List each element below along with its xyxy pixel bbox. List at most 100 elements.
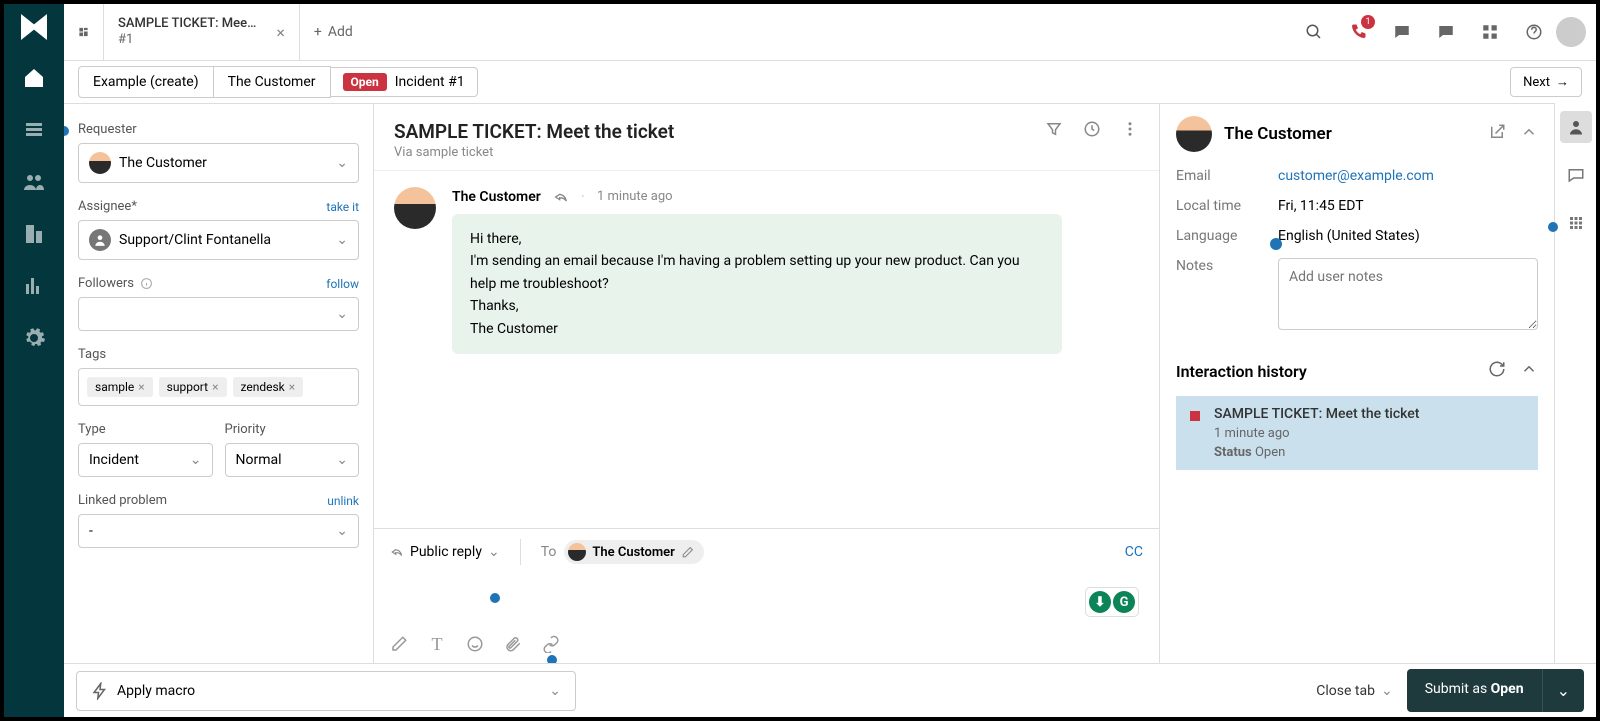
tab-home[interactable] [64,4,104,60]
assignee-select[interactable]: Support/Clint Fontanella ⌄ [78,220,359,260]
rail-chat[interactable] [1560,159,1592,191]
requester-select[interactable]: The Customer ⌄ [78,143,359,183]
linked-select[interactable]: - ⌄ [78,514,359,548]
tag-remove-icon[interactable]: × [289,380,295,394]
tags-box[interactable]: sample× support× zendesk× [78,368,359,406]
ticket-via: Via sample ticket [394,145,674,160]
avatar-icon [89,229,111,251]
macro-label: Apply macro [117,683,195,699]
tab-title: SAMPLE TICKET: Mee… [118,16,256,32]
apps-button[interactable] [1478,20,1502,44]
avatar-icon [1176,116,1212,152]
left-nav [4,4,64,717]
notes-textarea[interactable] [1278,258,1538,330]
tab-ticket[interactable]: SAMPLE TICKET: Mee… #1 × [104,4,300,60]
reply-textarea[interactable] [390,579,1143,627]
zendesk-logo-icon [21,14,47,40]
tag-remove-icon[interactable]: × [138,380,144,394]
next-button[interactable]: Next → [1510,67,1582,97]
breadcrumb-customer[interactable]: The Customer [214,66,331,98]
paperclip-icon [504,635,522,653]
assignee-value: Support/Clint Fontanella [119,232,271,248]
collapse-history-button[interactable] [1520,360,1538,382]
take-it-link[interactable]: take it [326,200,359,214]
reply-icon[interactable] [553,189,569,205]
cc-link[interactable]: CC [1125,544,1143,560]
nav-reports[interactable] [20,272,48,300]
indicator-dot-icon [490,593,500,603]
tab-add[interactable]: + Add [300,24,367,40]
breadcrumb-status-wrap[interactable]: Open Incident #1 [331,67,478,97]
localtime-label: Local time [1176,198,1266,214]
collapse-button[interactable] [1520,123,1538,145]
chevron-down-icon: ⌄ [1381,683,1393,699]
phone-button[interactable] [1346,20,1370,44]
submit-button[interactable]: Submit as Open [1407,669,1542,712]
refresh-icon [1488,360,1506,378]
rail-apps[interactable] [1560,207,1592,239]
emoji-button[interactable] [466,635,484,653]
submit-status: Open [1491,681,1524,697]
rail-user[interactable] [1560,111,1592,143]
filter-icon [1045,120,1063,138]
grammarly-icon[interactable]: G [1113,591,1135,613]
status-square-icon [1190,411,1200,421]
nav-customers[interactable] [20,168,48,196]
breadcrumb-create[interactable]: Example (create) [78,66,214,98]
nav-views[interactable] [20,116,48,144]
next-label: Next [1523,75,1550,90]
tag: sample× [87,377,153,397]
emoji-icon [466,635,484,653]
avatar-icon [568,543,586,561]
search-button[interactable] [1302,20,1326,44]
refresh-button[interactable] [1488,360,1506,382]
person-icon [1567,118,1585,136]
attach-button[interactable] [504,635,522,653]
nav-org[interactable] [20,220,48,248]
apply-macro-button[interactable]: Apply macro ⌄ [76,671,576,711]
unlink-link[interactable]: unlink [327,494,359,508]
followers-label: Followers [78,276,134,291]
reply-type-select[interactable]: Public reply ⌄ [390,544,500,560]
follow-link[interactable]: follow [326,277,359,291]
priority-select[interactable]: Normal ⌄ [225,443,360,477]
open-button[interactable] [1488,123,1506,145]
nav-admin[interactable] [20,324,48,352]
close-icon[interactable]: × [276,23,285,42]
recipient-chip[interactable]: The Customer [564,540,703,564]
history-button[interactable] [1083,120,1101,142]
arrow-right-icon: → [1556,74,1569,90]
dashboard-icon [78,23,89,41]
widget-icon[interactable]: ⬇ [1089,591,1111,613]
email-link[interactable]: customer@example.com [1278,168,1434,184]
submit-dropdown[interactable]: ⌄ [1542,669,1584,712]
chat2-button[interactable] [1434,20,1458,44]
help-button[interactable] [1522,20,1546,44]
text-button[interactable]: T [428,635,446,653]
compose-button[interactable] [390,635,408,653]
type-select[interactable]: Incident ⌄ [78,443,213,477]
more-button[interactable] [1121,120,1139,142]
history-item-title: SAMPLE TICKET: Meet the ticket [1214,406,1419,422]
chat-button[interactable] [1390,20,1414,44]
help-icon [1525,23,1543,41]
tag-remove-icon[interactable]: × [212,380,218,394]
filter-button[interactable] [1045,120,1063,142]
grid-icon [1567,214,1585,232]
ticket-header: SAMPLE TICKET: Meet the ticket Via sampl… [374,104,1159,171]
tag: support × [159,377,227,397]
history-item[interactable]: SAMPLE TICKET: Meet the ticket 1 minute … [1176,396,1538,470]
localtime-value: Fri, 11:45 EDT [1278,198,1538,214]
chevron-down-icon: ⌄ [488,544,500,560]
message-time: 1 minute ago [597,189,673,204]
user-avatar[interactable] [1556,17,1586,47]
link-button[interactable] [542,635,560,653]
history-icon [1083,120,1101,138]
nav-home[interactable] [20,64,48,92]
context-rail [1554,103,1596,663]
tag-label: support [167,380,208,394]
followers-select[interactable]: ⌄ [78,297,359,331]
external-icon [1488,123,1506,141]
close-tab-button[interactable]: Close tab ⌄ [1316,683,1392,699]
chevron-down-icon: ⌄ [549,683,561,699]
